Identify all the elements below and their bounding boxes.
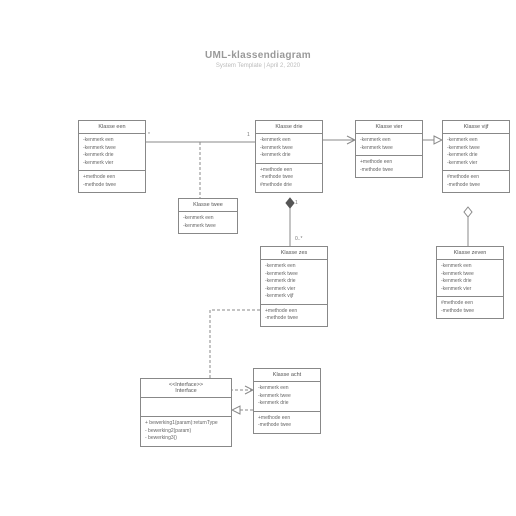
class-twee[interactable]: Klasse twee -kenmerk een -kenmerk twee — [178, 198, 238, 234]
interface-header: <<Interface>> Interface — [141, 379, 231, 397]
class-twee-attrs: -kenmerk een -kenmerk twee — [179, 211, 237, 233]
class-drie-name: Klasse drie — [256, 121, 322, 133]
class-een-methods: +methode een -methode twee — [79, 170, 145, 192]
class-drie[interactable]: Klasse drie -kenmerk een -kenmerk twee -… — [255, 120, 323, 193]
class-vier-methods: +methode een -methode twee — [356, 155, 422, 177]
class-vijf-name: Klasse vijf — [443, 121, 509, 133]
class-zes[interactable]: Klasse zes -kenmerk een -kenmerk twee -k… — [260, 246, 328, 327]
mult-drie-left: 1 — [247, 132, 250, 138]
mult-zes-top: 0..* — [295, 236, 303, 242]
class-acht-methods: +methode een -methode twee — [254, 411, 320, 433]
class-vijf[interactable]: Klasse vijf -kenmerk een -kenmerk twee -… — [442, 120, 510, 193]
class-vijf-methods: #methode een -methode twee — [443, 170, 509, 192]
class-een-name: Klasse een — [79, 121, 145, 133]
class-zes-attrs: -kenmerk een -kenmerk twee -kenmerk drie… — [261, 259, 327, 304]
class-zeven-methods: #methode een -methode twee — [437, 296, 503, 318]
class-zes-name: Klasse zes — [261, 247, 327, 259]
class-vier-attrs: -kenmerk een -kenmerk twee — [356, 133, 422, 155]
class-vier-name: Klasse vier — [356, 121, 422, 133]
mult-een-right: * — [148, 132, 150, 138]
interface-name: Interface — [143, 388, 229, 394]
class-zeven[interactable]: Klasse zeven -kenmerk een -kenmerk twee … — [436, 246, 504, 319]
interface-box[interactable]: <<Interface>> Interface + bewerking1(par… — [140, 378, 232, 447]
class-drie-methods: +methode een -methode twee #methode drie — [256, 163, 322, 193]
class-een-attrs: -kenmerk een -kenmerk twee -kenmerk drie… — [79, 133, 145, 170]
class-acht[interactable]: Klasse acht -kenmerk een -kenmerk twee -… — [253, 368, 321, 434]
mult-drie-bottom: 1 — [295, 200, 298, 206]
class-zeven-attrs: -kenmerk een -kenmerk twee -kenmerk drie… — [437, 259, 503, 296]
class-vier[interactable]: Klasse vier -kenmerk een -kenmerk twee +… — [355, 120, 423, 178]
class-acht-name: Klasse acht — [254, 369, 320, 381]
class-een[interactable]: Klasse een -kenmerk een -kenmerk twee -k… — [78, 120, 146, 193]
class-zeven-name: Klasse zeven — [437, 247, 503, 259]
diagram-title: UML-klassendiagram — [0, 50, 516, 61]
class-acht-attrs: -kenmerk een -kenmerk twee -kenmerk drie — [254, 381, 320, 411]
class-zes-methods: +methode een -methode twee — [261, 304, 327, 326]
class-drie-attrs: -kenmerk een -kenmerk twee -kenmerk drie — [256, 133, 322, 163]
interface-empty — [141, 397, 231, 416]
interface-ops: + bewerking1(param):returnType - bewerki… — [141, 416, 231, 446]
class-vijf-attrs: -kenmerk een -kenmerk twee -kenmerk drie… — [443, 133, 509, 170]
diagram-subtitle: System Template | April 2, 2020 — [0, 63, 516, 69]
class-twee-name: Klasse twee — [179, 199, 237, 211]
diagram-header: UML-klassendiagram System Template | Apr… — [0, 50, 516, 69]
canvas: UML-klassendiagram System Template | Apr… — [0, 0, 516, 516]
